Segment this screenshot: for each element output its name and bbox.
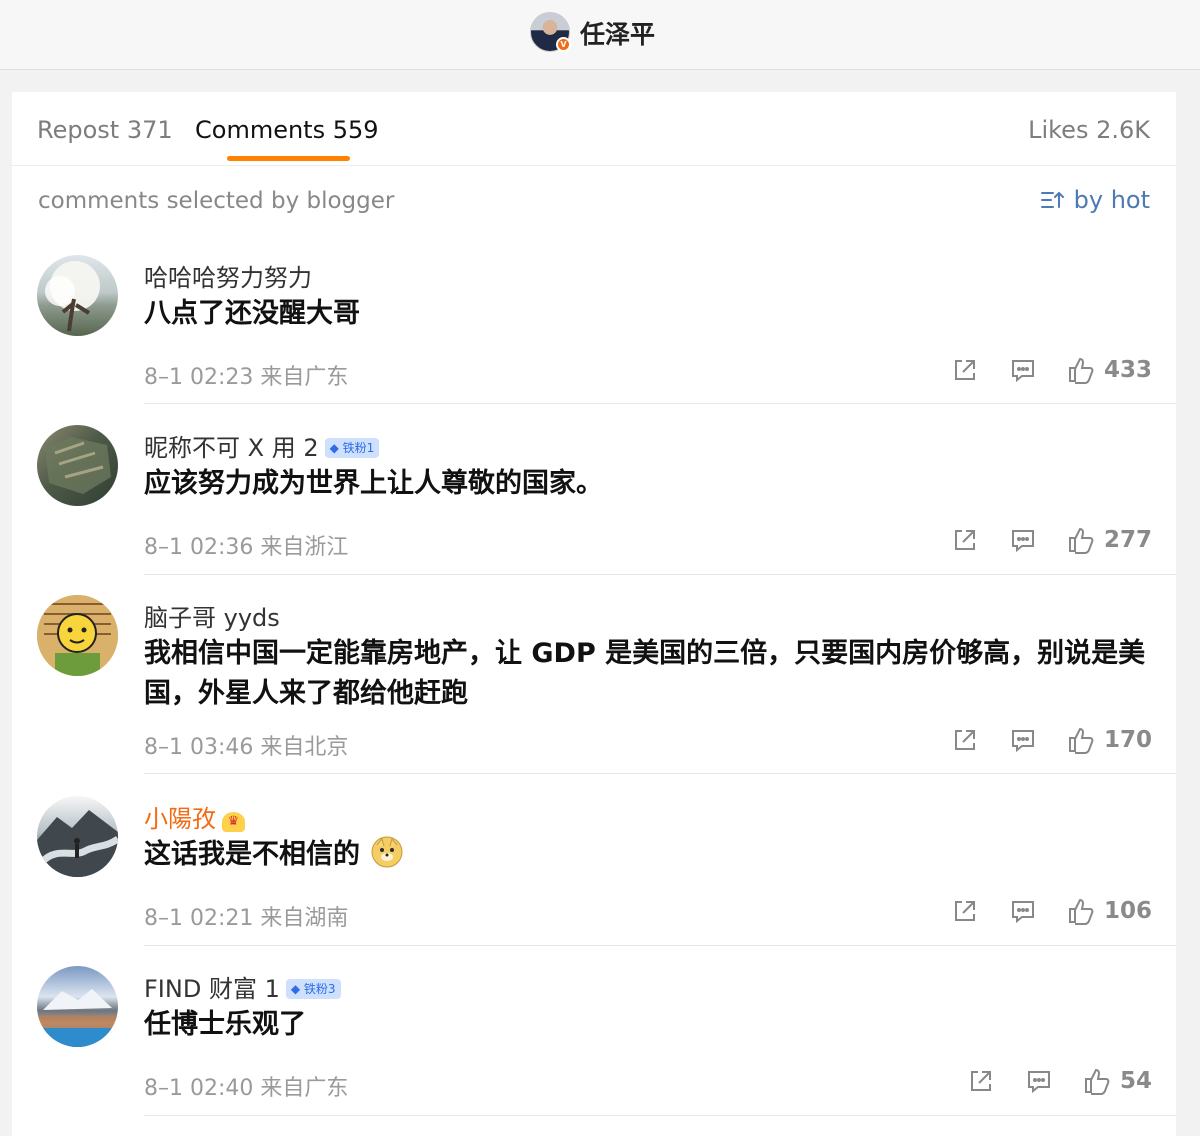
- comment-location: 来自北京: [260, 735, 349, 760]
- tab-comments-count: 559: [332, 116, 379, 144]
- share-icon[interactable]: [950, 725, 980, 755]
- tab-repost-count: 371: [126, 116, 173, 144]
- commenter-avatar[interactable]: [37, 966, 118, 1047]
- comment-text-content: 这话我是不相信的: [144, 839, 360, 870]
- active-tab-indicator: [227, 156, 350, 161]
- comment-actions: 106: [922, 896, 1152, 926]
- comment-location: 来自广东: [260, 365, 349, 390]
- comment-meta: 8–1 02:23 来自广东: [144, 359, 348, 391]
- like-count: 433: [1103, 357, 1152, 383]
- top-bar: V 任泽平: [0, 0, 1200, 70]
- comment-icon[interactable]: [1008, 896, 1038, 926]
- crown-icon: ♛: [222, 812, 245, 832]
- comment-divider: [144, 574, 1176, 575]
- comment-divider: [144, 1115, 1176, 1116]
- like-count: 277: [1103, 527, 1152, 553]
- commenter-name[interactable]: 小陽孜 ♛: [144, 799, 245, 834]
- commenter-name-text: 昵称不可 X 用 2: [144, 434, 319, 462]
- fan-badge: ◆ 铁粉3: [285, 979, 341, 999]
- author-name[interactable]: 任泽平: [580, 15, 655, 51]
- comment-actions: 170: [922, 725, 1152, 755]
- comment-location: 来自湖南: [260, 906, 349, 931]
- fan-badge-label: 铁粉1: [342, 441, 375, 455]
- commenter-name[interactable]: 脑子哥 yyds: [144, 598, 280, 633]
- share-icon[interactable]: [966, 1066, 996, 1096]
- share-icon[interactable]: [950, 355, 980, 385]
- comment-icon[interactable]: [1024, 1066, 1054, 1096]
- tab-comments-label: Comments: [195, 116, 326, 144]
- comment-meta: 8–1 02:36 来自浙江: [144, 529, 348, 561]
- commenter-avatar[interactable]: [37, 595, 118, 676]
- tab-repost[interactable]: Repost 371: [37, 116, 173, 144]
- sort-label: by hot: [1073, 186, 1150, 214]
- commenter-avatar[interactable]: [37, 796, 118, 877]
- comment-icon[interactable]: [1008, 725, 1038, 755]
- like-count: 106: [1103, 898, 1152, 924]
- comment-meta: 8–1 02:40 来自广东: [144, 1070, 348, 1102]
- comments-card: Repost 371 Comments 559 Likes 2.6K comme…: [12, 92, 1176, 1136]
- tab-comments[interactable]: Comments 559: [195, 116, 379, 144]
- comment-actions: 54: [938, 1066, 1152, 1096]
- commenter-name[interactable]: 昵称不可 X 用 2 ◆ 铁粉1: [144, 428, 380, 463]
- comment-icon[interactable]: [1008, 355, 1038, 385]
- comment-item: 昵称不可 X 用 2 ◆ 铁粉1 应该努力成为世界上让人尊敬的国家。 8–1 02…: [12, 422, 1176, 575]
- like-icon[interactable]: [1066, 896, 1096, 926]
- commenter-avatar[interactable]: [37, 425, 118, 506]
- comment-meta: 8–1 02:21 来自湖南: [144, 900, 348, 932]
- commenter-name-text: FIND 财富 1: [144, 975, 280, 1003]
- share-icon[interactable]: [950, 525, 980, 555]
- like-icon[interactable]: [1082, 1066, 1112, 1096]
- tab-likes-label: Likes: [1028, 116, 1089, 144]
- comment-item: 哈哈哈努力努力 八点了还没醒大哥 8–1 02:23 来自广东 433: [12, 252, 1176, 404]
- fan-badge: ◆ 铁粉1: [324, 438, 380, 458]
- comment-text: 任博士乐观了: [144, 1009, 306, 1040]
- tab-likes-count: 2.6K: [1096, 116, 1150, 144]
- sort-icon: [1040, 188, 1066, 212]
- comment-meta: 8–1 03:46 来自北京: [144, 729, 348, 761]
- comment-text: 八点了还没醒大哥: [144, 298, 360, 329]
- comment-text: 我相信中国一定能靠房地产，让 GDP 是美国的三倍，只要国内房价够高，别说是美国…: [144, 638, 1146, 709]
- comment-time: 8–1 02:21: [144, 906, 254, 931]
- tab-repost-label: Repost: [37, 116, 120, 144]
- like-icon[interactable]: [1066, 355, 1096, 385]
- comment-text: 应该努力成为世界上让人尊敬的国家。: [144, 468, 603, 499]
- comment-item: FIND 财富 1 ◆ 铁粉3 任博士乐观了 8–1 02:40 来自广东 54: [12, 963, 1176, 1116]
- tab-bar: Repost 371 Comments 559 Likes 2.6K: [12, 92, 1176, 166]
- commenter-name[interactable]: 哈哈哈努力努力: [144, 258, 312, 293]
- comment-actions: 433: [922, 355, 1152, 385]
- like-count: 54: [1119, 1068, 1152, 1094]
- sort-button[interactable]: by hot: [1040, 185, 1150, 215]
- comment-divider: [144, 945, 1176, 946]
- like-icon[interactable]: [1066, 725, 1096, 755]
- doge-emoji-icon: [371, 836, 403, 868]
- comment-location: 来自浙江: [260, 535, 349, 560]
- like-icon[interactable]: [1066, 525, 1096, 555]
- comment-divider: [144, 773, 1176, 774]
- comment-text: 这话我是不相信的: [144, 835, 1164, 875]
- comment-time: 8–1 02:36: [144, 535, 254, 560]
- share-icon[interactable]: [950, 896, 980, 926]
- comment-item: 脑子哥 yyds 我相信中国一定能靠房地产，让 GDP 是美国的三倍，只要国内房…: [12, 592, 1176, 774]
- comment-item: 小陽孜 ♛ 这话我是不相信的 8–1 02:21 来自湖南 106: [12, 793, 1176, 946]
- comment-time: 8–1 02:40: [144, 1076, 254, 1101]
- comment-actions: 277: [922, 525, 1152, 555]
- verified-icon: V: [556, 37, 571, 52]
- comment-divider: [144, 403, 1176, 404]
- section-title: comments selected by blogger: [38, 188, 395, 214]
- fan-badge-label: 铁粉3: [303, 982, 336, 996]
- commenter-name[interactable]: FIND 财富 1 ◆ 铁粉3: [144, 969, 341, 1004]
- like-count: 170: [1103, 727, 1152, 753]
- commenter-avatar[interactable]: [37, 255, 118, 336]
- tab-likes[interactable]: Likes 2.6K: [1028, 116, 1150, 144]
- comment-location: 来自广东: [260, 1076, 349, 1101]
- comment-icon[interactable]: [1008, 525, 1038, 555]
- comment-time: 8–1 03:46: [144, 735, 254, 760]
- commenter-name-text: 小陽孜: [144, 805, 216, 833]
- comment-time: 8–1 02:23: [144, 365, 254, 390]
